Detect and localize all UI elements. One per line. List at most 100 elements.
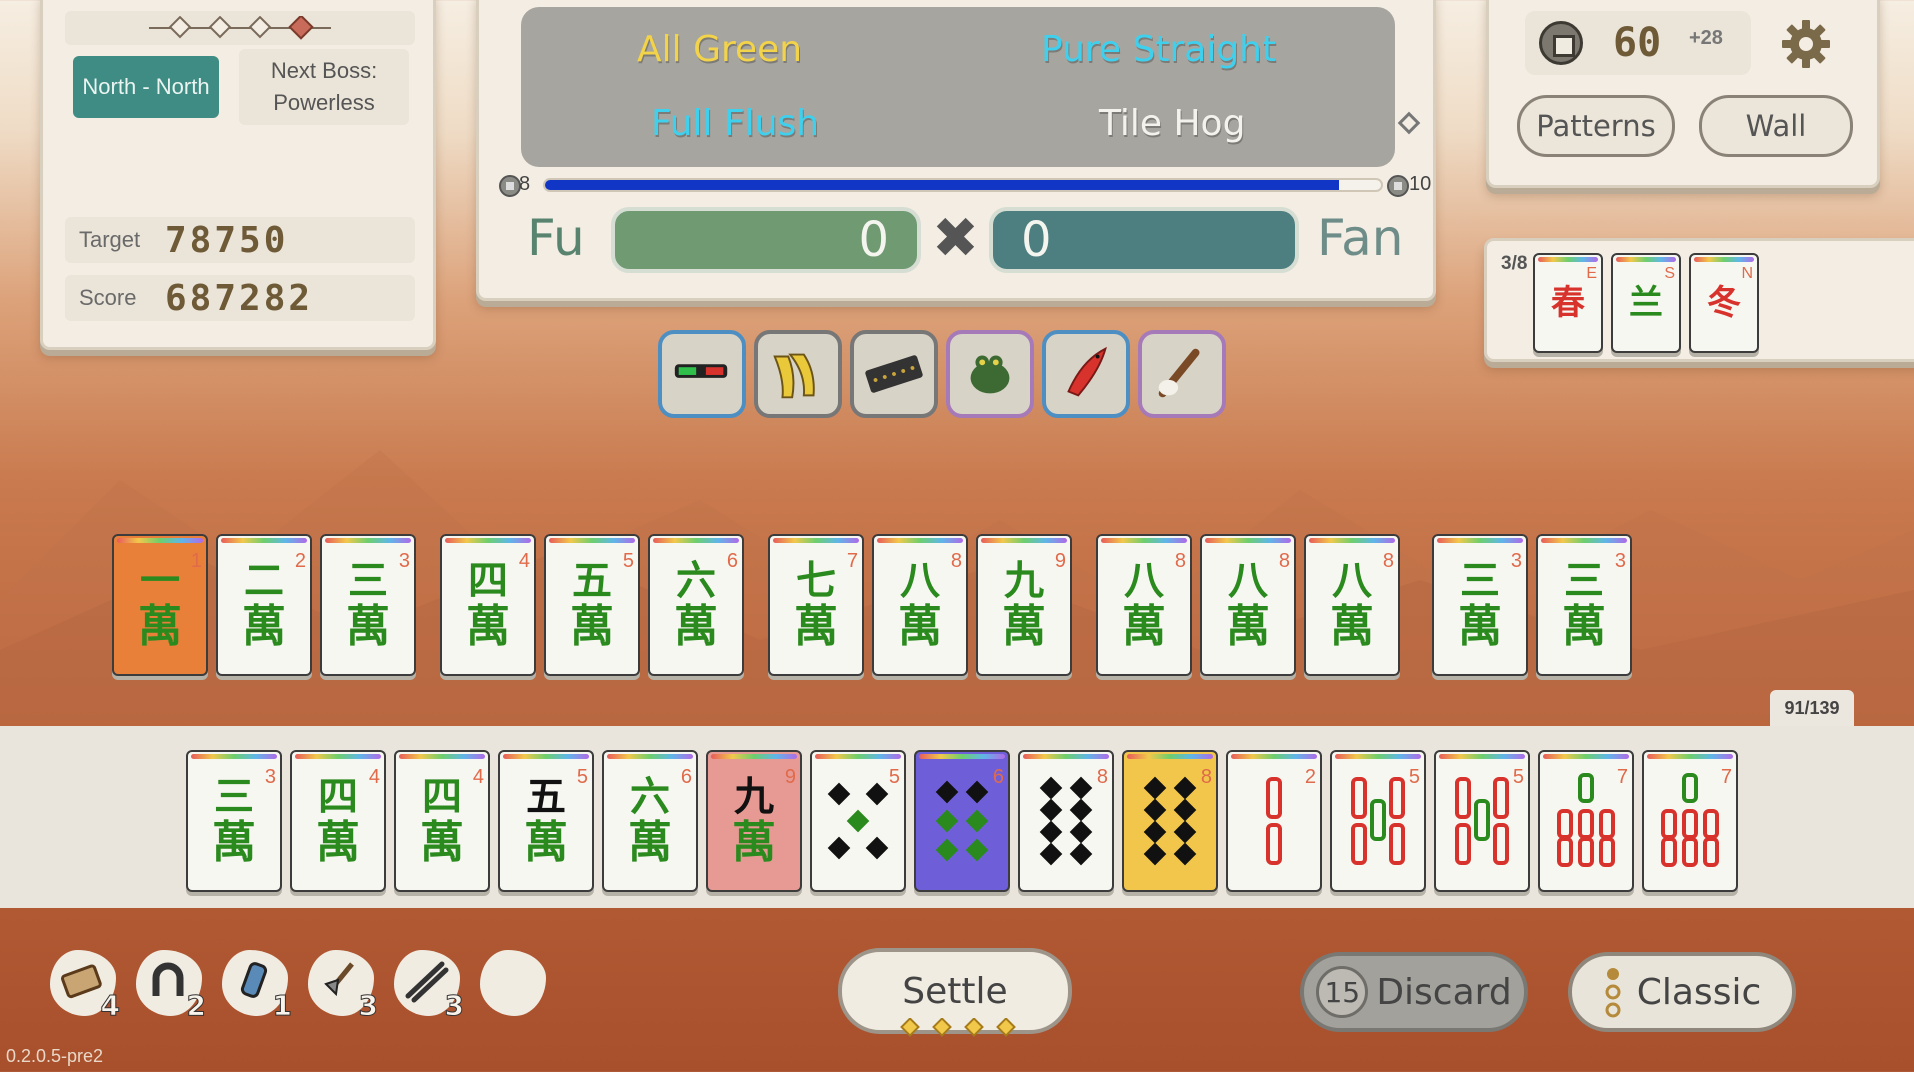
tool-slot[interactable]: 2 <box>130 944 208 1023</box>
expand-diamond-icon[interactable] <box>1397 111 1421 135</box>
discard-button[interactable]: 15 Discard <box>1300 952 1528 1032</box>
gear-icon[interactable] <box>1779 17 1833 71</box>
tile-character: 萬 <box>628 817 672 868</box>
tile-rank: 9 <box>784 766 796 788</box>
red-fish-icon <box>1067 346 1107 397</box>
relic-slot[interactable] <box>754 330 842 418</box>
tile-character: 萬 <box>466 601 510 652</box>
flower-tile[interactable]: 冬N <box>1689 253 1759 353</box>
relic-slot[interactable] <box>1042 330 1130 418</box>
hand-tile[interactable]: 5 <box>810 750 906 892</box>
relic-slot[interactable] <box>1138 330 1226 418</box>
fan-label: Fan <box>1317 209 1404 267</box>
meld-tile: 八萬 8 <box>1096 534 1192 676</box>
tile-character: 萬 <box>898 601 942 652</box>
tool-slot[interactable]: 3 <box>388 944 466 1023</box>
tool-count: 3 <box>444 989 465 1023</box>
flower-spring-icon: 春 <box>1551 283 1585 323</box>
tile-character: 萬 <box>1226 601 1270 652</box>
tile-character: 萬 <box>794 601 838 652</box>
score-label: Score <box>79 285 137 310</box>
hand-tile[interactable]: 8 <box>1122 750 1218 892</box>
meld-tile: 二萬 2 <box>216 534 312 676</box>
tile-rank: 7 <box>846 550 858 572</box>
patterns-button[interactable]: Patterns <box>1517 95 1675 157</box>
meld-tile: 四萬 4 <box>440 534 536 676</box>
hand-tile[interactable]: 5 <box>1434 750 1530 892</box>
fan-progress: 8 10 <box>499 171 1431 201</box>
tile-rank: 6 <box>680 766 692 788</box>
coin-icon <box>499 175 521 197</box>
tile-rank: 6 <box>726 550 738 572</box>
hand-tile[interactable]: 三萬 3 <box>186 750 282 892</box>
flower-count: 3/8 <box>1501 253 1528 274</box>
meld-tile: 六萬 6 <box>648 534 744 676</box>
settle-button[interactable]: Settle <box>838 948 1072 1037</box>
money-value: 60 <box>1613 20 1662 66</box>
bottle-icon <box>240 962 268 998</box>
meld-tile: 三萬 3 <box>1432 534 1528 676</box>
tile-character: 萬 <box>1002 601 1046 652</box>
tool-slot[interactable]: 3 <box>302 944 380 1023</box>
abacus-icon <box>865 355 923 393</box>
tile-character: 五 <box>572 557 612 604</box>
hand-tile[interactable]: 六萬 6 <box>602 750 698 892</box>
tile-rank: 7 <box>1720 766 1732 788</box>
tile-character: 萬 <box>212 817 256 868</box>
tile-corner-label: S <box>1664 265 1675 282</box>
tile-rank: 1 <box>190 550 202 572</box>
relic-slot[interactable] <box>850 330 938 418</box>
meld-tile: 三萬 3 <box>320 534 416 676</box>
hand-tile[interactable]: 7 <box>1642 750 1738 892</box>
hand-tile[interactable]: 5 <box>1330 750 1426 892</box>
tile-character: 萬 <box>138 601 182 652</box>
tile-rank: 8 <box>1096 766 1108 788</box>
relic-slot[interactable] <box>658 330 746 418</box>
version-label: 0.2.0.5-pre2 <box>6 1046 104 1066</box>
tile-rank: 3 <box>264 766 276 788</box>
classic-mode-button[interactable]: Classic <box>1568 952 1796 1032</box>
tool-slot[interactable]: 1 <box>216 944 294 1023</box>
tile-rank: 5 <box>1408 766 1420 788</box>
target-label: Target <box>79 227 141 252</box>
tile-character: 萬 <box>1562 601 1606 652</box>
wall-button[interactable]: Wall <box>1699 95 1853 157</box>
tile-rank: 8 <box>1200 766 1212 788</box>
tile-rank: 8 <box>1174 550 1186 572</box>
tile-corner-label: N <box>1741 265 1753 282</box>
tile-rank: 4 <box>472 766 484 788</box>
tile-rank: 4 <box>368 766 380 788</box>
circle-suit-icon <box>1039 776 1093 866</box>
flower-winter-icon: 冬 <box>1707 283 1741 323</box>
tile-character: 三 <box>1460 557 1500 604</box>
tile-character: 萬 <box>1330 601 1374 652</box>
flower-tile[interactable]: 春E <box>1533 253 1603 353</box>
hand-tile[interactable]: 九萬 9 <box>706 750 802 892</box>
tile-rank: 8 <box>1382 550 1394 572</box>
meld-tile: 八萬 8 <box>1304 534 1400 676</box>
progress-fill <box>545 180 1340 190</box>
tile-character: 萬 <box>420 817 464 868</box>
hand-tile[interactable]: 五萬 5 <box>498 750 594 892</box>
bamboo-suit-icon <box>1557 773 1615 867</box>
yaku-item: Pure Straight <box>1041 29 1277 70</box>
tile-character: 三 <box>1564 557 1604 604</box>
hand-tile[interactable]: 四萬 4 <box>290 750 386 892</box>
tool-slot[interactable]: 4 <box>44 944 122 1023</box>
empty-slot-icon <box>488 956 536 1004</box>
relic-slot[interactable] <box>946 330 1034 418</box>
coin-icon <box>1387 175 1409 197</box>
settle-diamonds-icon <box>900 1018 1016 1037</box>
hand-tile[interactable]: 8 <box>1018 750 1114 892</box>
meld-tile: 五萬 5 <box>544 534 640 676</box>
meld-tile: 八萬 8 <box>1200 534 1296 676</box>
tile-rank: 5 <box>1512 766 1524 788</box>
hand-tile[interactable]: 2 <box>1226 750 1322 892</box>
hand-tile[interactable]: 6 <box>914 750 1010 892</box>
tile-rank: 2 <box>1304 766 1316 788</box>
flower-tile[interactable]: 兰S <box>1611 253 1681 353</box>
hand-tile[interactable]: 四萬 4 <box>394 750 490 892</box>
hand-tile[interactable]: 7 <box>1538 750 1634 892</box>
wall-count: 91/139 <box>1770 690 1854 726</box>
tool-slot[interactable] <box>474 944 552 1022</box>
